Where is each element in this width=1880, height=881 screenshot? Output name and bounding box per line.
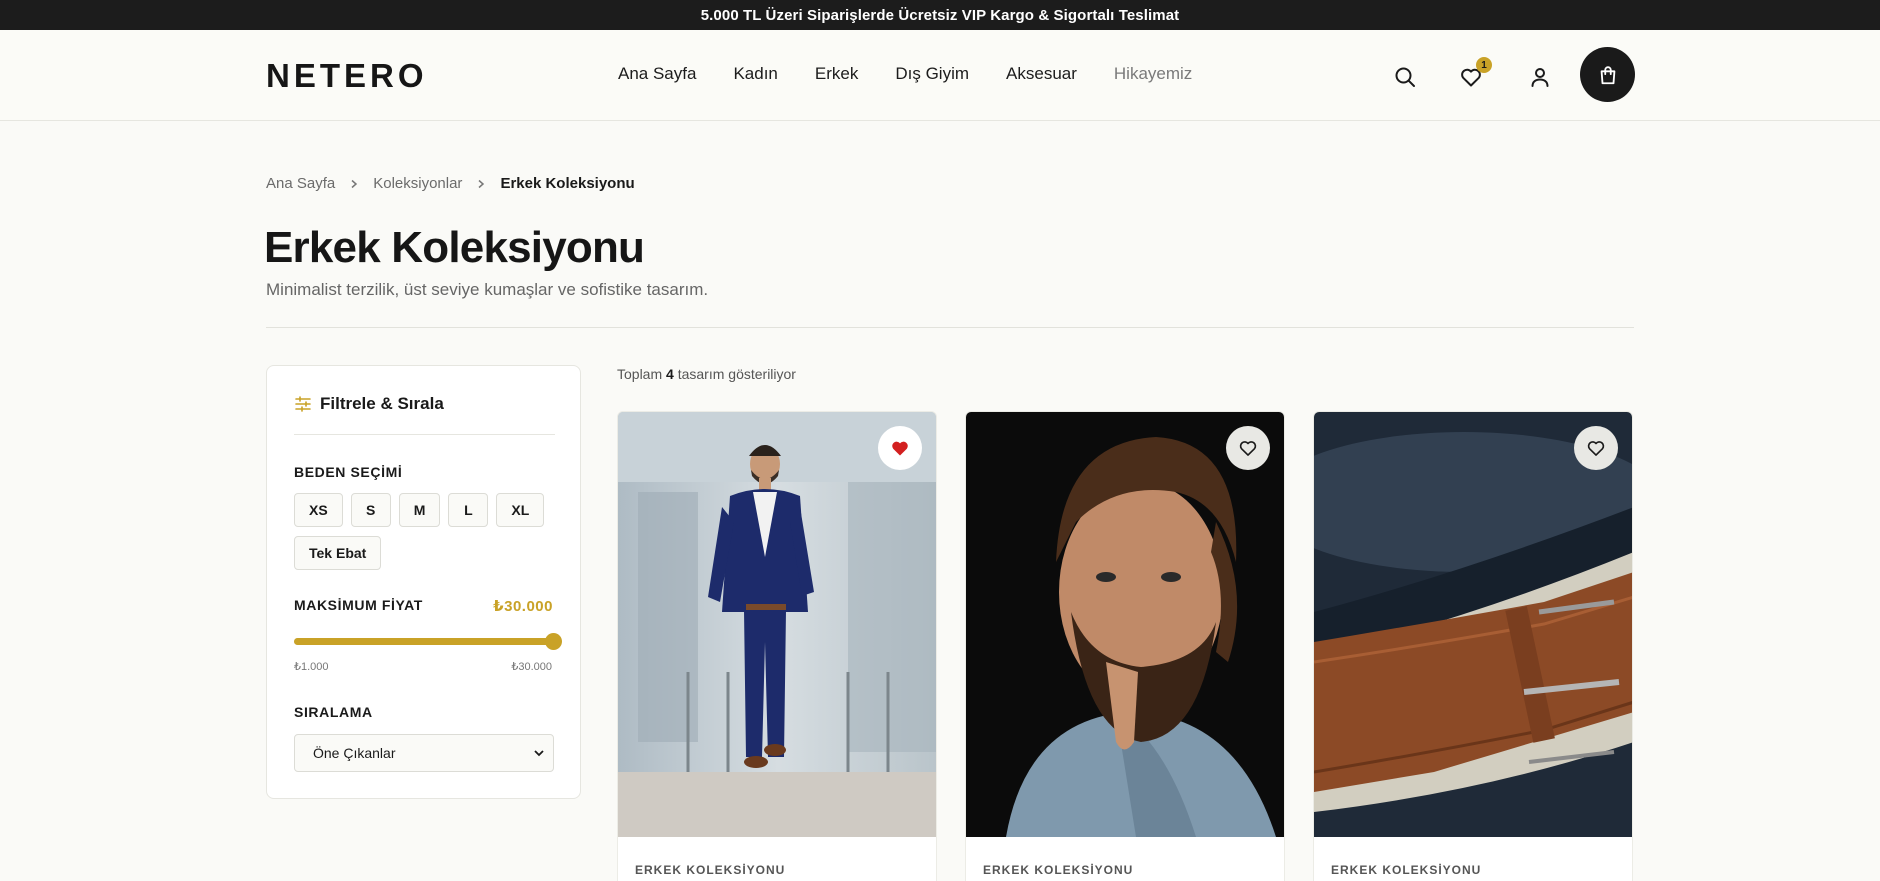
product-image[interactable] [966,412,1285,837]
search-button[interactable] [1390,62,1420,92]
size-options: XS S M L XL Tek Ebat [294,493,559,570]
wishlist-button[interactable]: 1 [1456,57,1492,92]
sort-select[interactable]: Öne Çıkanlar [294,734,554,772]
size-option-one-size[interactable]: Tek Ebat [294,536,382,570]
price-range-min: ₺1.000 [294,661,329,673]
results-suffix: tasarım gösteriliyor [677,366,796,382]
breadcrumb-link-collections[interactable]: Koleksiyonlar [373,175,462,192]
wishlist-count-badge: 1 [1476,57,1492,73]
product-category: ERKEK KOLEKSİYONU [635,863,786,877]
product-image[interactable] [1314,412,1633,837]
nav-link-men[interactable]: Erkek [815,64,858,84]
heart-filled-icon [892,441,908,456]
price-slider-handle[interactable] [545,633,562,650]
nav-link-women[interactable]: Kadın [733,64,777,84]
nav-link-outerwear[interactable]: Dış Giyim [895,64,969,84]
product-category: ERKEK KOLEKSİYONU [983,863,1134,877]
heart-icon [1587,441,1605,456]
page-subtitle: Minimalist terzilik, üst seviye kumaşlar… [266,280,709,299]
nav-link-accessories[interactable]: Aksesuar [1006,64,1077,84]
breadcrumb-current: Erkek Koleksiyonu [500,175,635,192]
size-option-xl[interactable]: XL [496,493,545,527]
favorite-button[interactable] [1574,426,1618,470]
favorite-button[interactable] [1226,426,1270,470]
favorite-button[interactable] [878,426,922,470]
sliders-icon [295,396,311,412]
product-image[interactable] [618,412,937,837]
filter-divider [294,434,555,435]
product-card[interactable]: ERKEK KOLEKSİYONU [617,411,937,881]
results-prefix: Toplam [617,366,663,382]
results-number: 4 [666,366,674,382]
size-label: BEDEN SEÇİMİ [294,464,403,480]
price-range-max: ₺30.000 [511,661,552,673]
cart-button[interactable] [1580,47,1635,102]
section-divider [266,327,1634,328]
price-slider[interactable] [294,633,562,650]
results-count: Toplam 4 tasarım gösteriliyor [617,366,796,382]
product-category: ERKEK KOLEKSİYONU [1331,863,1482,877]
filter-panel-title: Filtrele & Sırala [320,394,444,413]
filter-panel: Filtrele & Sırala BEDEN SEÇİMİ XS S M L … [266,365,581,799]
size-option-m[interactable]: M [398,493,441,527]
product-card[interactable]: ERKEK KOLEKSİYONU [1313,411,1633,881]
nav-link-home[interactable]: Ana Sayfa [618,64,696,84]
page-title: Erkek Koleksiyonu [264,223,645,272]
chevron-down-icon [534,750,544,757]
promo-text: 5.000 TL Üzeri Siparişlerde Ücretsiz VIP… [700,6,1180,24]
sort-selected-value: Öne Çıkanlar [313,745,396,761]
size-option-xs[interactable]: XS [294,493,343,527]
sort-label: SIRALAMA [294,704,373,720]
brand-logo[interactable]: NETERO [266,58,428,94]
breadcrumb-link-home[interactable]: Ana Sayfa [266,175,335,192]
heart-icon [1239,441,1257,456]
breadcrumb: Ana Sayfa Koleksiyonlar Erkek Koleksiyon… [266,175,635,192]
size-option-s[interactable]: S [350,493,391,527]
chevron-right-icon [349,179,359,189]
price-label: MAKSİMUM FİYAT [294,597,423,613]
nav-link-our-story[interactable]: Hikayemiz [1114,64,1192,84]
price-value: ₺30.000 [493,598,553,615]
filter-panel-header: Filtrele & Sırala [294,394,444,414]
account-button[interactable] [1525,62,1555,92]
price-slider-fill [294,638,554,645]
promo-banner: 5.000 TL Üzeri Siparişlerde Ücretsiz VIP… [0,0,1880,30]
shopping-bag-icon [1600,65,1615,84]
main-nav: Ana Sayfa Kadın Erkek Dış Giyim Aksesuar… [618,64,1229,84]
product-card[interactable]: ERKEK KOLEKSİYONU [965,411,1285,881]
chevron-right-icon [476,179,486,189]
user-icon [1531,68,1549,87]
search-icon [1395,67,1415,87]
size-option-l[interactable]: L [448,493,489,527]
